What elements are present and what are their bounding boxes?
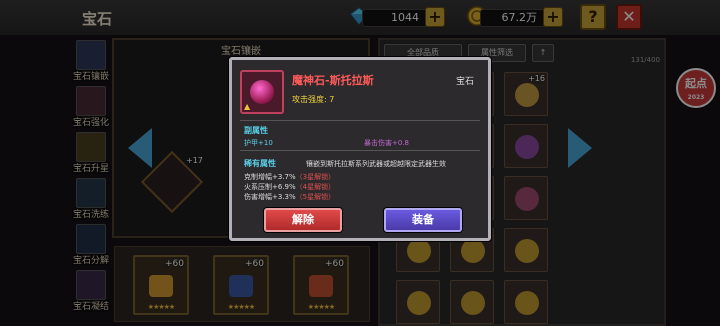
gem-name: 魔神石-斯托拉斯	[292, 74, 374, 87]
rare-stat-1: 克制增幅+3.7%（3星解锁）	[244, 172, 335, 182]
gem-portrait: ▲	[240, 70, 284, 114]
rare-stat-3-value: 伤害增幅+3.3%	[244, 193, 296, 201]
rare-stat-2-unlock: （4星解锁）	[295, 183, 336, 191]
rare-stat-3: 伤害增幅+3.3%（5星解锁）	[244, 192, 335, 202]
divider	[240, 120, 480, 121]
gem-type: 宝石	[455, 77, 474, 87]
sub-attr-title: 副属性	[244, 126, 268, 135]
gem-icon	[250, 80, 274, 104]
rare-stat-2: 火系压制+6.9%（4星解锁）	[244, 182, 335, 192]
rare-attr-title: 稀有属性	[244, 159, 276, 168]
remove-button[interactable]: 解除	[264, 208, 342, 232]
rare-stat-1-value: 克制增幅+3.7%	[244, 173, 296, 181]
rare-stat-1-unlock: （3星解锁）	[295, 173, 336, 181]
gem-attack: 攻击强度: 7	[292, 95, 335, 104]
rare-stat-3-unlock: （5星解锁）	[295, 193, 336, 201]
rare-note: 镶嵌到斯托拉斯系列武器或超越限定武器生效	[306, 160, 446, 168]
sub-stat-armor: 护甲+10	[244, 139, 273, 147]
gem-detail-modal: ▲ 魔神石-斯托拉斯 宝石 攻击强度: 7 副属性 护甲+10 暴击伤害+0.8…	[229, 57, 491, 241]
warning-icon: ▲	[244, 102, 251, 111]
equip-button[interactable]: 装备	[384, 208, 462, 232]
divider	[240, 150, 480, 151]
sub-stat-crit: 暴击伤害+0.8	[364, 139, 409, 147]
rare-stat-2-value: 火系压制+6.9%	[244, 183, 296, 191]
